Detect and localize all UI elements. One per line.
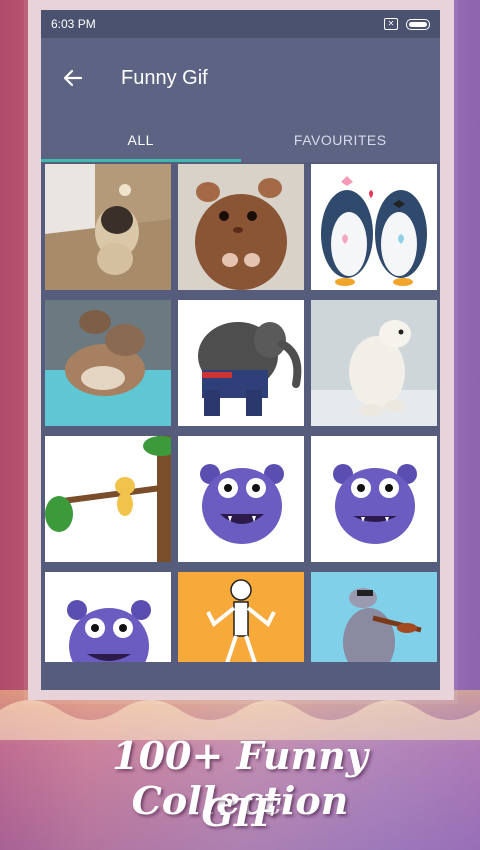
hamster-image — [178, 164, 304, 290]
app-title: Funny Gif — [121, 67, 208, 89]
monster-image — [178, 436, 304, 562]
back-arrow-icon[interactable] — [55, 60, 91, 96]
penguins-image — [311, 164, 437, 290]
kittens-image — [45, 300, 171, 426]
elephant-image — [178, 300, 304, 426]
polar-bear-image — [311, 300, 437, 426]
gif-tile-kittens[interactable] — [45, 300, 171, 426]
gif-grid — [45, 162, 437, 690]
status-bar: 6:03 PM ✕ — [41, 10, 440, 38]
gif-tile-hamster[interactable] — [178, 164, 304, 290]
tab-favourites-label: FAVOURITES — [293, 132, 387, 148]
gif-tile-pug[interactable] — [45, 164, 171, 290]
tab-favourites[interactable]: FAVOURITES — [241, 118, 441, 162]
tab-all-label: ALL — [127, 132, 154, 148]
gif-tile-monster-2[interactable] — [311, 436, 437, 562]
gif-tile-monster-1[interactable] — [178, 436, 304, 562]
battery-icon — [406, 18, 430, 30]
gif-tile-cat-branch[interactable] — [45, 436, 171, 562]
app-screen: 6:03 PM ✕ Funny Gif ALL FAVOURITES — [41, 10, 440, 690]
gif-tile-penguins[interactable] — [311, 164, 437, 290]
tab-all[interactable]: ALL — [41, 118, 241, 162]
app-bar: Funny Gif — [41, 38, 440, 118]
bottom-bar — [41, 662, 440, 690]
cat-branch-image — [45, 436, 171, 562]
promo-caption-line2: GIF — [201, 790, 279, 835]
pug-image — [45, 164, 171, 290]
monster-image — [311, 436, 437, 562]
status-time: 6:03 PM — [51, 17, 96, 31]
gif-tile-elephant[interactable] — [178, 300, 304, 426]
tab-bar: ALL FAVOURITES — [41, 118, 440, 162]
no-sim-icon: ✕ — [384, 18, 398, 30]
gif-tile-polar-bear[interactable] — [311, 300, 437, 426]
